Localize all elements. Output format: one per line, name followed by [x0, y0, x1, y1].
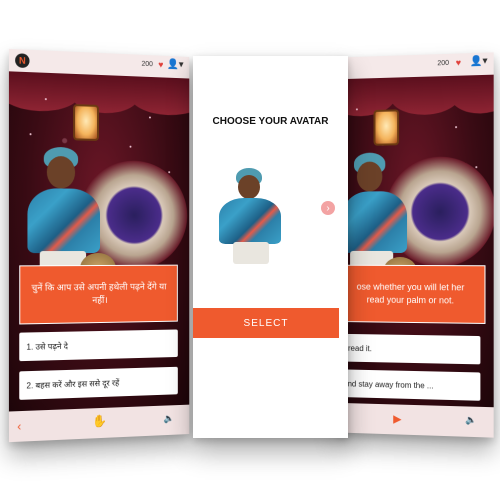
coin-count: 200 [437, 59, 450, 68]
question-line-1: ose whether you will let her [356, 281, 465, 293]
lantern-image [73, 104, 100, 141]
chevron-left-icon[interactable]: ‹ [17, 419, 21, 433]
question-box: चुनें कि आप उसे अपनी हथेली पढ़ने देंगे य… [19, 264, 178, 325]
avatar-image [215, 168, 295, 268]
speaker-icon[interactable]: 🔈 [465, 415, 476, 426]
bottom-bar: ▶ 🔈 [336, 402, 494, 438]
heart-icon: ♥ [455, 57, 462, 68]
page-title: CHOOSE YOUR AVATAR [212, 116, 329, 127]
option-1-button[interactable]: r read it. [336, 333, 481, 365]
option-1-button[interactable]: 1. उसे पढ़ने दे [19, 329, 178, 362]
user-icon[interactable]: 👤▾ [167, 59, 184, 71]
bottom-bar: ‹ ✋ 🔈 [8, 404, 190, 443]
question-text: चुनें कि आप उसे अपनी हथेली पढ़ने देंगे य… [31, 281, 167, 306]
option-2-button[interactable]: and stay away from the ... [336, 369, 481, 401]
option-2-label: 2. बहस करें और इस ससे दूर रहें [26, 377, 120, 390]
option-2-button[interactable]: 2. बहस करें और इस ससे दूर रहें [19, 366, 178, 400]
speaker-icon[interactable]: 🔈 [163, 413, 174, 424]
coin-count: 200 [141, 60, 153, 69]
chevron-right-icon: › [326, 202, 330, 214]
hand-icon[interactable]: ✋ [92, 414, 107, 429]
user-icon[interactable]: 👤▾ [470, 56, 488, 68]
option-2-label: and stay away from the ... [343, 378, 434, 390]
option-1-label: 1. उसे पढ़ने दे [26, 341, 68, 352]
right-phone-screen: 200 ♥ 👤▾ ose whether you will let her re… [336, 52, 494, 438]
question-text: ose whether you will let her read your p… [357, 281, 465, 308]
play-icon[interactable]: ▶ [393, 412, 401, 425]
center-phone-screen: CHOOSE YOUR AVATAR › SELECT [193, 56, 348, 438]
left-phone-screen: N 200 ♥ 👤▾ चुनें कि आप उसे अपनी हथेली पढ… [8, 48, 190, 443]
question-line-2: read your palm or not. [366, 294, 455, 306]
select-button[interactable]: SELECT [193, 308, 339, 338]
lantern-image [373, 109, 400, 146]
next-avatar-button[interactable]: › [321, 201, 335, 215]
heart-icon: ♥ [158, 59, 164, 70]
logo-icon: N [15, 53, 30, 69]
question-box: ose whether you will let her read your p… [336, 264, 486, 324]
